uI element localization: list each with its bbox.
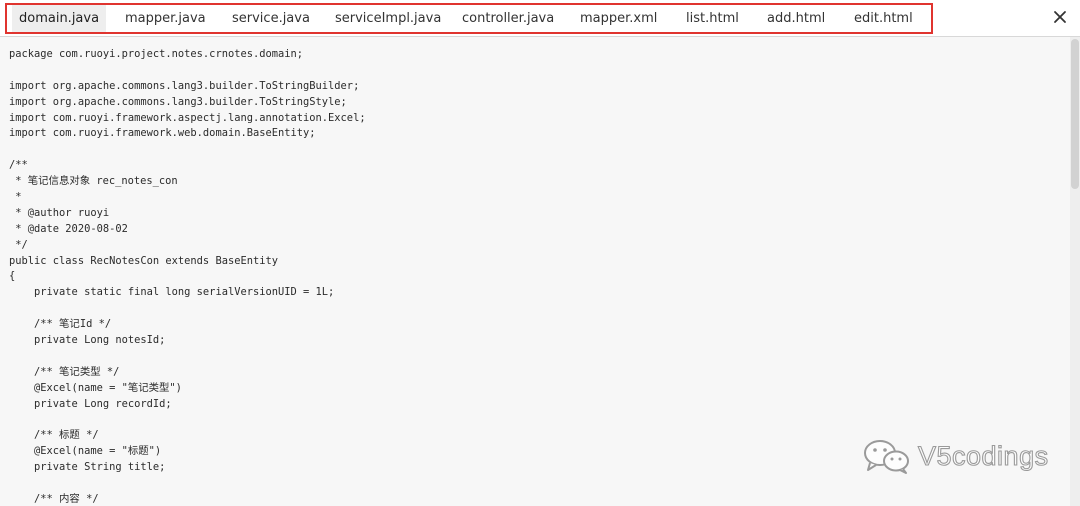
- code-line: ​: [9, 63, 366, 79]
- close-button[interactable]: [1048, 5, 1072, 29]
- code-line: package com.ruoyi.project.notes.crnotes.…: [9, 48, 304, 60]
- tab-domain-java[interactable]: domain.java: [12, 5, 107, 32]
- code-line: * @author ruoyi: [9, 206, 110, 219]
- file-tabs: domain.java mapper.java service.java servic…: [5, 3, 933, 34]
- code-line: import com.ruoyi.framework.web.domain.Ba…: [9, 127, 316, 140]
- code-content: package com.ruoyi.project.notes.crnotes.…: [9, 47, 366, 506]
- code-line: /** 内容 */: [9, 492, 99, 505]
- vertical-scrollbar[interactable]: [1070, 37, 1080, 506]
- tab-bar: domain.java mapper.java service.java servic…: [0, 0, 1080, 36]
- code-line: ​: [9, 349, 366, 365]
- code-line: * @date 2020-08-02: [9, 222, 128, 235]
- code-panel[interactable]: package com.ruoyi.project.notes.crnotes.…: [0, 36, 1080, 506]
- code-line: @Excel(name = "笔记类型"): [9, 381, 182, 394]
- scrollbar-thumb[interactable]: [1071, 39, 1079, 189]
- code-line: public class RecNotesCon extends BaseEnt…: [9, 254, 278, 267]
- code-line: /** 笔记类型 */: [9, 365, 120, 378]
- code-line: private String title;: [9, 461, 166, 474]
- code-preview-dialog: domain.java mapper.java service.java servic…: [0, 0, 1080, 506]
- code-line: ​: [9, 412, 366, 428]
- tab-mapper-java[interactable]: mapper.java: [118, 5, 213, 32]
- code-line: /**: [9, 159, 28, 172]
- code-line: private static final long serialVersionU…: [9, 286, 335, 299]
- tab-controller-java[interactable]: controller.java: [455, 5, 561, 32]
- code-line: private Long recordId;: [9, 397, 172, 410]
- wechat-icon: [864, 440, 909, 474]
- code-line: /** 笔记Id */: [9, 318, 112, 331]
- code-line: @Excel(name = "标题"): [9, 445, 162, 458]
- code-line: ​: [9, 476, 366, 492]
- code-line: ​: [9, 301, 366, 317]
- watermark-text: V5codings: [917, 440, 1049, 471]
- watermark: V5codings: [862, 438, 1049, 474]
- code-line: *: [9, 191, 22, 204]
- code-line: import org.apache.commons.lang3.builder.…: [9, 79, 360, 92]
- tab-serviceimpl-java[interactable]: serviceImpl.java: [328, 5, 448, 32]
- tab-mapper-xml[interactable]: mapper.xml: [573, 5, 664, 32]
- code-line: */: [9, 238, 28, 251]
- tab-list-html[interactable]: list.html: [679, 5, 746, 32]
- code-line: import org.apache.commons.lang3.builder.…: [9, 95, 347, 108]
- close-icon: [1054, 11, 1066, 23]
- code-line: private Long notesId;: [9, 334, 166, 347]
- code-line: {: [9, 270, 16, 283]
- code-line: * 笔记信息对象 rec_notes_con: [9, 175, 178, 188]
- tab-edit-html[interactable]: edit.html: [847, 5, 920, 32]
- code-line: /** 标题 */: [9, 429, 99, 442]
- tab-service-java[interactable]: service.java: [225, 5, 317, 32]
- code-line: ​: [9, 142, 366, 158]
- tab-add-html[interactable]: add.html: [760, 5, 832, 32]
- code-line: import com.ruoyi.framework.aspectj.lang.…: [9, 111, 366, 124]
